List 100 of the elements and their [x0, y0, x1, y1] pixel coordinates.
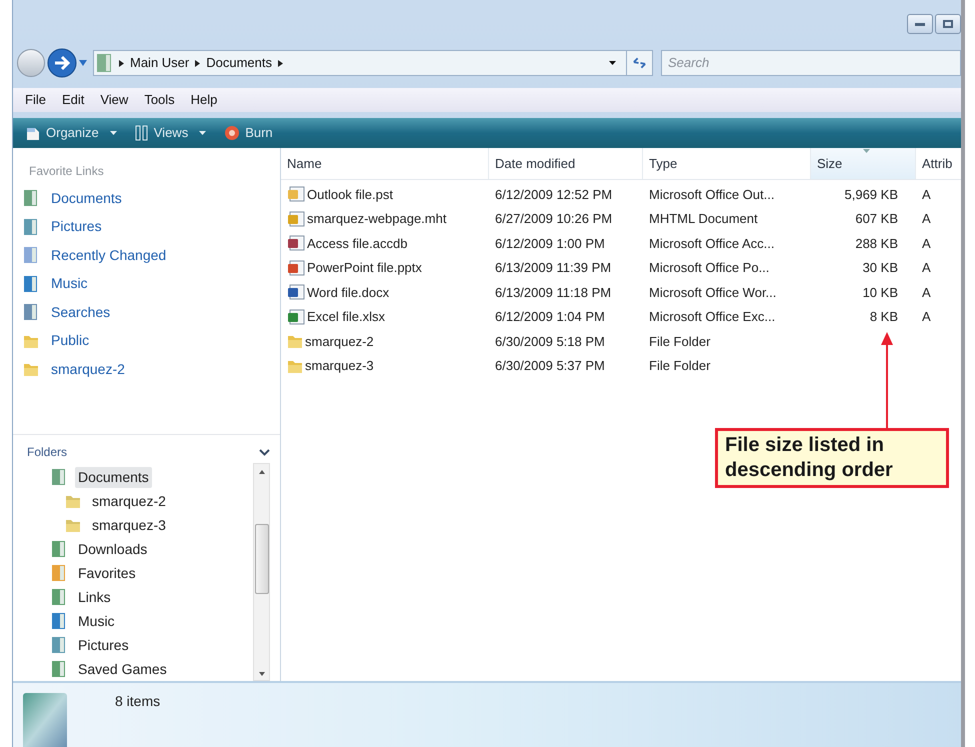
file-size: 607 KB — [855, 211, 898, 226]
toolbar-button[interactable]: Burn — [222, 123, 275, 143]
burn-icon — [224, 125, 240, 141]
section-title: Favorite Links — [29, 163, 105, 180]
date-modified: 6/12/2009 12:52 PM — [495, 186, 612, 202]
forward-button[interactable] — [47, 48, 77, 78]
toolbar-button[interactable]: Organize — [23, 123, 119, 143]
file-icon — [51, 468, 67, 486]
favorite-link[interactable]: Public — [13, 326, 280, 355]
file-icon — [23, 274, 39, 293]
column-header[interactable]: Attrib — [916, 148, 961, 179]
file-icon — [51, 636, 67, 654]
file-icon — [287, 260, 305, 276]
file-name[interactable]: Outlook file.pst — [307, 184, 393, 204]
file-type: MHTML Document — [649, 211, 758, 226]
chevron-icon — [278, 60, 283, 66]
scroll-up-arrow-icon[interactable] — [258, 470, 264, 474]
file-type: Microsoft Office Wor... — [649, 284, 776, 300]
file-name[interactable]: smarquez-3 — [305, 356, 374, 376]
tree-item[interactable]: Music — [75, 610, 118, 632]
file-icon — [287, 308, 305, 325]
column-header[interactable]: Size — [811, 148, 916, 179]
folder-icon — [23, 361, 39, 378]
dropdown-caret-icon[interactable] — [609, 61, 616, 65]
scroll-down-arrow-icon[interactable] — [258, 672, 264, 676]
scrollbar[interactable] — [253, 463, 270, 681]
file-attribute: A — [922, 211, 931, 226]
file-icon — [287, 235, 305, 252]
file-name[interactable]: smarquez-webpage.mht — [307, 209, 446, 228]
file-icon — [51, 588, 67, 606]
date-modified: 6/27/2009 10:26 PM — [495, 211, 612, 226]
file-size: 288 KB — [855, 236, 898, 250]
file-icon — [23, 218, 39, 236]
minimize-button[interactable] — [907, 14, 933, 34]
file-size: 5,969 KB — [844, 186, 898, 202]
date-modified: 6/30/2009 5:37 PM — [495, 358, 605, 373]
menu-item[interactable]: Help — [190, 90, 218, 110]
file-name[interactable]: Access file.accdb — [307, 234, 408, 253]
date-modified: 6/30/2009 5:18 PM — [495, 334, 605, 348]
toolbar-button[interactable]: Views — [132, 123, 208, 143]
file-size: 30 KB — [862, 260, 898, 275]
maximize-button[interactable] — [935, 14, 961, 34]
favorite-link[interactable]: Searches — [13, 298, 280, 326]
documents-large-icon — [23, 693, 67, 747]
item-count: 8 items — [115, 692, 160, 711]
tree-item[interactable]: Documents — [75, 466, 152, 488]
section-title: Folders — [27, 444, 68, 461]
folder-icon — [65, 517, 81, 533]
chevron-icon — [119, 60, 124, 66]
tree-item[interactable]: smarquez-3 — [89, 514, 169, 536]
file-type: File Folder — [649, 358, 710, 373]
file-icon — [51, 660, 67, 678]
tree-item[interactable]: smarquez-2 — [89, 490, 169, 512]
file-icon — [23, 189, 39, 208]
file-type: Microsoft Office Acc... — [649, 236, 774, 250]
file-icon — [287, 210, 305, 227]
tree-item[interactable]: Pictures — [75, 634, 132, 656]
breadcrumb[interactable]: Main User — [130, 53, 190, 73]
file-name[interactable]: PowerPoint file.pptx — [307, 258, 422, 278]
tree-item[interactable]: Links — [75, 586, 114, 608]
favorite-link[interactable]: Pictures — [13, 212, 280, 241]
menu-item[interactable]: Tools — [144, 90, 175, 110]
organize-icon — [25, 125, 41, 141]
tree-item[interactable]: Downloads — [75, 538, 150, 560]
file-name[interactable]: Word file.docx — [307, 282, 390, 302]
chevron-icon[interactable] — [259, 448, 270, 456]
file-icon — [287, 284, 305, 300]
file-size: 8 KB — [870, 309, 898, 324]
file-name[interactable]: Excel file.xlsx — [307, 307, 386, 326]
file-icon — [287, 186, 305, 202]
favorite-link[interactable]: smarquez-2 — [13, 355, 280, 384]
menu-item[interactable]: View — [100, 90, 128, 110]
file-name[interactable]: smarquez-2 — [305, 332, 374, 351]
sort-arrow-icon — [863, 149, 870, 153]
file-icon — [51, 540, 67, 558]
breadcrumb[interactable]: Documents — [206, 53, 272, 73]
column-header[interactable]: Name — [281, 148, 489, 179]
file-icon — [51, 612, 67, 630]
date-modified: 6/13/2009 11:39 PM — [495, 260, 612, 275]
file-icon — [23, 303, 39, 322]
callout-annotation: File size listed in descending order — [715, 428, 949, 488]
menu-item[interactable]: File — [25, 90, 46, 110]
file-type: Microsoft Office Exc... — [649, 309, 776, 324]
chevron-icon — [195, 60, 200, 66]
file-icon — [51, 564, 67, 582]
file-attribute: A — [922, 236, 931, 250]
file-type: Microsoft Office Out... — [649, 186, 774, 202]
menu-item[interactable]: Edit — [62, 90, 84, 110]
favorite-link[interactable]: Recently Changed — [13, 241, 280, 270]
file-type: File Folder — [649, 334, 710, 348]
file-attribute: A — [922, 186, 931, 202]
file-type: Microsoft Office Po... — [649, 260, 770, 275]
favorite-link[interactable]: Documents — [13, 184, 280, 212]
file-icon — [23, 246, 39, 264]
column-header[interactable]: Date modified — [489, 148, 643, 179]
file-attribute: A — [922, 309, 931, 324]
tree-item[interactable]: Favorites — [75, 562, 139, 584]
tree-item[interactable]: Saved Games — [75, 658, 170, 680]
address-field[interactable]: Main User Documents — [93, 50, 653, 76]
favorite-link[interactable]: Music — [13, 270, 280, 298]
